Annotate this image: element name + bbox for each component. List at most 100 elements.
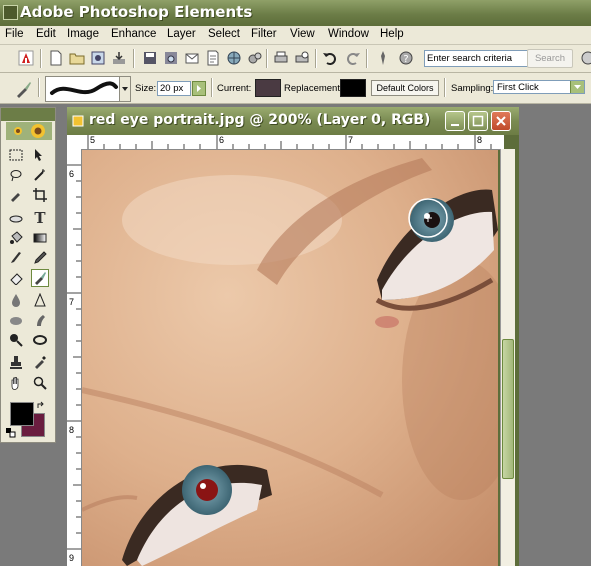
hand-tool-icon[interactable] — [7, 374, 25, 392]
app-title: Adobe Photoshop Elements — [20, 3, 253, 21]
menu-file[interactable]: File — [5, 28, 24, 40]
web-gallery-icon[interactable] — [226, 50, 242, 66]
clone-stamp-tool-icon[interactable] — [7, 353, 25, 371]
swap-colors-icon[interactable] — [36, 401, 46, 411]
cookie-cutter-tool-icon[interactable] — [7, 209, 25, 227]
sampling-select[interactable]: First Click — [493, 80, 585, 94]
paint-bucket-tool-icon[interactable] — [7, 229, 25, 247]
zoom-tool-icon[interactable] — [31, 374, 49, 392]
maximize-button[interactable] — [468, 111, 488, 131]
toolbox-grip[interactable] — [1, 108, 55, 121]
vertical-scrollbar[interactable] — [500, 149, 515, 566]
redo-icon[interactable] — [345, 50, 361, 66]
blur-tool-icon[interactable] — [7, 291, 25, 309]
maximize-icon — [472, 115, 484, 127]
print-icon[interactable] — [273, 50, 289, 66]
menu-view[interactable]: View — [290, 28, 315, 40]
magic-wand-tool-icon[interactable] — [31, 166, 49, 184]
menu-edit[interactable]: Edit — [36, 28, 56, 40]
document-icon — [72, 115, 84, 127]
print-preview-icon[interactable] — [294, 50, 310, 66]
save-for-web-icon[interactable] — [163, 50, 179, 66]
eraser-tool-icon[interactable] — [7, 269, 25, 287]
brush-preview[interactable] — [45, 76, 121, 102]
menu-help[interactable]: Help — [380, 28, 404, 40]
red-eye-brush-icon[interactable] — [14, 79, 34, 99]
brush-dropdown-button[interactable] — [119, 76, 131, 102]
toolbox: T — [0, 107, 56, 443]
help-icon[interactable]: ? — [398, 50, 414, 66]
lasso-tool-icon[interactable] — [7, 166, 25, 184]
close-button[interactable] — [491, 111, 511, 131]
ruler-origin[interactable] — [67, 135, 81, 149]
replacement-color-swatch[interactable] — [340, 79, 366, 97]
type-tool-icon[interactable]: T — [31, 209, 49, 227]
foreground-color-swatch-front[interactable] — [10, 402, 34, 426]
open-folder-icon[interactable] — [69, 50, 85, 66]
search-button[interactable]: Search — [527, 49, 573, 68]
smudge-tool-icon[interactable] — [31, 311, 49, 329]
gradient-tool-icon[interactable] — [31, 229, 49, 247]
menu-filter[interactable]: Filter — [251, 28, 277, 40]
options-bar: Size: 20 px Current: Replacement: Defaul… — [0, 73, 591, 104]
sampling-value: First Click — [497, 82, 539, 93]
sunflower-logo-icon — [6, 122, 52, 140]
adobe-logo-icon[interactable] — [18, 50, 34, 66]
menu-select[interactable]: Select — [208, 28, 240, 40]
default-colors-icon[interactable] — [6, 428, 16, 438]
replacement-label: Replacement: — [284, 83, 343, 94]
current-label: Current: — [217, 83, 252, 94]
new-document-icon[interactable] — [48, 50, 64, 66]
attach-email-icon[interactable] — [184, 50, 200, 66]
image-canvas[interactable] — [82, 150, 498, 566]
save-icon[interactable] — [142, 50, 158, 66]
menu-bar: File Edit Image Enhance Layer Select Fil… — [0, 26, 591, 45]
menu-image[interactable]: Image — [67, 28, 99, 40]
brush-stroke-icon — [50, 81, 118, 95]
import-icon[interactable] — [111, 50, 127, 66]
minimize-button[interactable] — [445, 111, 465, 131]
default-colors-button[interactable]: Default Colors — [371, 80, 439, 96]
file-info-icon[interactable] — [205, 50, 221, 66]
close-icon — [496, 116, 506, 126]
eyedropper-tool-icon[interactable] — [31, 353, 49, 371]
size-input[interactable]: 20 px — [157, 81, 191, 96]
svg-text:?: ? — [403, 54, 408, 65]
document-window: red eye portrait.jpg @ 200% (Layer 0, RG… — [67, 107, 519, 566]
undo-icon[interactable] — [322, 50, 338, 66]
burn-tool-icon[interactable] — [31, 331, 49, 349]
brush-tool-icon[interactable] — [7, 249, 25, 267]
red-eye-brush-tool-icon[interactable] — [31, 269, 49, 287]
chevron-down-icon — [122, 87, 128, 91]
sampling-label: Sampling: — [451, 83, 494, 94]
search-input[interactable]: Enter search criteria — [424, 50, 528, 67]
red-eye-portrait-image — [82, 150, 498, 566]
document-title: red eye portrait.jpg @ 200% (Layer 0, RG… — [89, 112, 431, 128]
current-color-swatch[interactable] — [255, 79, 281, 97]
globe-icon[interactable] — [580, 50, 591, 66]
horizontal-ruler-ticks — [87, 135, 492, 149]
dodge-tool-icon[interactable] — [7, 331, 25, 349]
pencil-tool-icon[interactable] — [31, 249, 49, 267]
browse-icon[interactable] — [90, 50, 106, 66]
chevron-down-icon — [574, 85, 581, 89]
app-title-bar: Adobe Photoshop Elements — [0, 0, 591, 26]
marquee-tool-icon[interactable] — [7, 146, 25, 164]
menu-window[interactable]: Window — [328, 28, 369, 40]
menu-layer[interactable]: Layer — [167, 28, 196, 40]
menu-enhance[interactable]: Enhance — [111, 28, 156, 40]
sampling-dropdown-arrow[interactable] — [570, 81, 584, 93]
crop-tool-icon[interactable] — [31, 186, 49, 204]
sponge-tool-icon[interactable] — [7, 311, 25, 329]
chevron-right-icon — [197, 85, 201, 92]
scrollbar-thumb[interactable] — [502, 339, 514, 479]
move-tool-icon[interactable] — [31, 146, 49, 164]
document-title-bar[interactable]: red eye portrait.jpg @ 200% (Layer 0, RG… — [67, 107, 519, 135]
selection-brush-tool-icon[interactable] — [7, 186, 25, 204]
size-slider-button[interactable] — [192, 81, 206, 96]
online-services-icon[interactable] — [247, 50, 263, 66]
step-by-step-icon[interactable] — [375, 50, 391, 66]
minimize-icon — [451, 124, 459, 126]
sharpen-tool-icon[interactable] — [31, 291, 49, 309]
shortcuts-toolbar: ? Enter search criteria Search — [0, 45, 591, 73]
